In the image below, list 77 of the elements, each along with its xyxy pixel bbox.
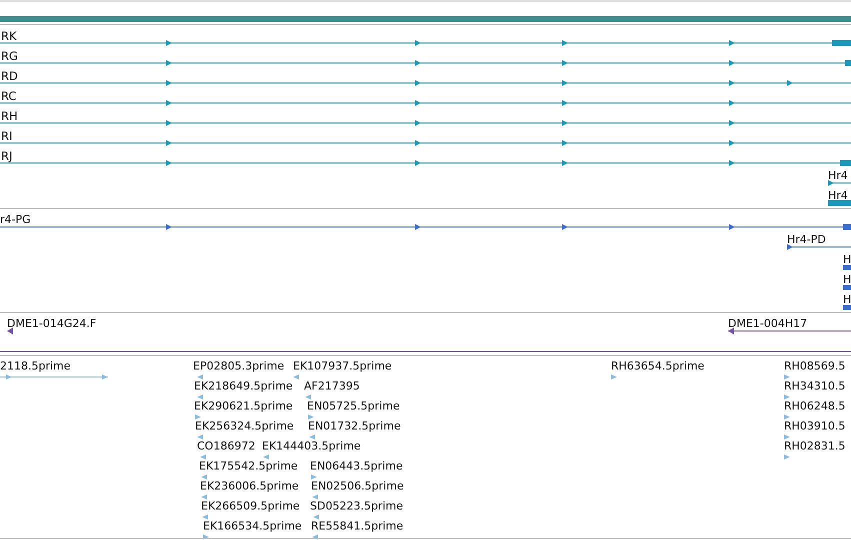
feature-label: Hr4: [828, 189, 848, 202]
transcript-label: RH: [1, 109, 18, 124]
est-label: SD05223.5prime: [310, 500, 403, 513]
est-label: RE55841.5prime: [311, 520, 404, 533]
transcript-label: RD: [1, 69, 18, 84]
est-marker[interactable]: [202, 514, 208, 520]
feature-label: r4-PG: [0, 213, 31, 226]
est-marker[interactable]: [312, 494, 318, 500]
est-marker[interactable]: [305, 394, 311, 400]
feature-label: Hr4: [828, 169, 848, 182]
est-label: EK107937.5prime: [293, 360, 392, 373]
est-marker[interactable]: [197, 434, 203, 440]
est-marker[interactable]: [195, 414, 201, 420]
est-label: RH63654.5prime: [611, 360, 704, 373]
est-label: EK144403.5prime: [262, 440, 361, 453]
est-label: RH34310.5: [784, 380, 846, 393]
est-marker[interactable]: [0, 374, 108, 380]
est-label: EK175542.5prime: [199, 460, 298, 473]
feature-label: H: [843, 273, 851, 286]
gene-model[interactable]: [828, 180, 851, 186]
est-marker[interactable]: [203, 534, 209, 540]
est-marker[interactable]: [263, 454, 269, 460]
est-label: AF217395: [304, 380, 360, 393]
est-label: EN02506.5prime: [311, 480, 404, 493]
est-label: RH03910.5: [784, 420, 846, 433]
est-label: RH08569.5: [784, 360, 846, 373]
est-label: EK256324.5prime: [195, 420, 294, 433]
clone-marker[interactable]: [7, 328, 13, 334]
gene-model[interactable]: [0, 40, 851, 46]
est-marker[interactable]: [293, 374, 299, 380]
gene-model[interactable]: [0, 100, 851, 106]
clone-label: DME1-014G24.F: [7, 317, 96, 330]
est-marker[interactable]: [784, 414, 790, 420]
est-label: CO186972: [197, 440, 256, 453]
est-label: EK166534.5prime: [203, 520, 302, 533]
transcript-label: RC: [1, 89, 16, 104]
est-label: EN05725.5prime: [307, 400, 400, 413]
est-label: RH02831.5: [784, 440, 846, 453]
est-marker[interactable]: [309, 434, 315, 440]
est-marker[interactable]: [313, 514, 319, 520]
est-marker[interactable]: [312, 534, 318, 540]
est-label: EN01732.5prime: [308, 420, 401, 433]
est-marker[interactable]: [200, 454, 206, 460]
est-label: EN06443.5prime: [310, 460, 403, 473]
transcript-label: RK: [1, 29, 17, 44]
est-marker[interactable]: [784, 454, 790, 460]
clone-label: DME1-004H17: [728, 317, 808, 330]
est-marker[interactable]: [784, 394, 790, 400]
est-marker[interactable]: [784, 434, 790, 440]
est-marker[interactable]: [201, 474, 207, 480]
gene-model[interactable]: [0, 140, 851, 146]
est-marker[interactable]: [611, 374, 617, 380]
est-label: EK236006.5prime: [200, 480, 299, 493]
transcript-label: RI: [1, 129, 12, 144]
feature-label: H: [843, 293, 851, 306]
clone-marker[interactable]: [728, 328, 851, 334]
transcript-label: RG: [1, 49, 18, 64]
gene-model[interactable]: [0, 80, 851, 86]
est-marker[interactable]: [308, 414, 314, 420]
transcript-label: RJ: [1, 149, 12, 164]
est-label: RH06248.5: [784, 400, 846, 413]
gene-model[interactable]: [0, 60, 851, 66]
gene-model[interactable]: [0, 120, 851, 126]
gene-model[interactable]: [0, 224, 851, 230]
gene-model[interactable]: [787, 244, 851, 250]
feature-label: H: [843, 253, 851, 266]
est-label: EK266509.5prime: [201, 500, 300, 513]
est-marker[interactable]: [197, 374, 203, 380]
est-marker[interactable]: [311, 474, 317, 480]
est-label: EP02805.3prime: [193, 360, 284, 373]
est-marker[interactable]: [197, 394, 203, 400]
feature-label: Hr4-PD: [787, 233, 826, 246]
est-marker[interactable]: [784, 374, 790, 380]
est-label: EK290621.5prime: [194, 400, 293, 413]
est-marker[interactable]: [201, 494, 207, 500]
est-label: 2118.5prime: [0, 360, 71, 373]
est-label: EK218649.5prime: [194, 380, 293, 393]
